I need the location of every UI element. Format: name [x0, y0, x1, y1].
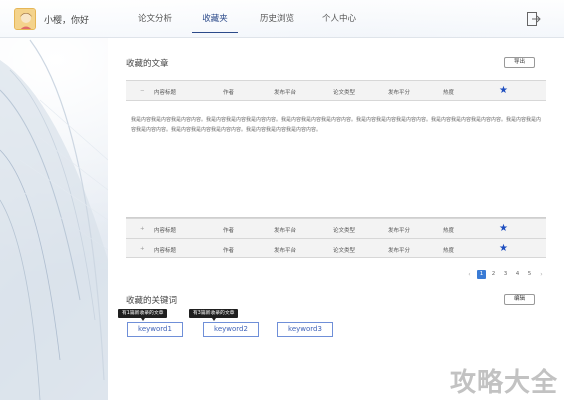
page-button-2[interactable]: 2 [489, 270, 498, 279]
next-page-button[interactable]: › [537, 270, 546, 279]
cell-heat: 热度 [443, 228, 455, 234]
table-row-expanded[interactable]: − 内容标题 作者 发布平台 论文类型 发布平分 热度 ★ [126, 80, 546, 100]
keyword-tag-3[interactable]: keyword3 [277, 322, 333, 337]
export-button[interactable]: 导出 [504, 57, 535, 68]
star-icon[interactable]: ★ [499, 223, 508, 234]
expanded-content-text: 我是内容我是内容我是内容内容。我是内容我是内容我是内容内容。我是内容我是内容我是… [131, 117, 542, 133]
cell-score: 发布平分 [388, 228, 411, 234]
cell-title: 内容标题 [154, 90, 177, 96]
cell-author: 作者 [223, 248, 235, 254]
cell-score: 发布平分 [388, 248, 411, 254]
table-row[interactable]: + 内容标题 作者 发布平台 论文类型 发布平分 热度 ★ [126, 218, 546, 238]
cell-type: 论文类型 [333, 228, 356, 234]
cell-platform: 发布平台 [274, 248, 297, 254]
watermark: 攻略大全 [450, 368, 559, 398]
cell-score: 发布平分 [388, 90, 411, 96]
nav-tab-profile[interactable]: 个人中心 [308, 0, 370, 38]
articles-section-title: 收藏的文章 [126, 59, 169, 69]
page-button-5[interactable]: 5 [525, 270, 534, 279]
cell-title: 内容标题 [154, 228, 177, 234]
star-icon[interactable]: ★ [499, 85, 508, 96]
cell-type: 论文类型 [333, 90, 356, 96]
cell-title: 内容标题 [154, 248, 177, 254]
cell-heat: 热度 [443, 90, 455, 96]
top-header: 小樱，你好 论文分析 收藏夹 历史浏览 个人中心 [0, 0, 564, 38]
keyword-tag-2[interactable]: keyword2 [203, 322, 259, 337]
nav-tab-history[interactable]: 历史浏览 [246, 0, 308, 38]
user-avatar[interactable] [14, 8, 36, 30]
cell-author: 作者 [223, 228, 235, 234]
avatar-image [15, 9, 35, 29]
nav-tab-paper-analysis[interactable]: 论文分析 [126, 0, 184, 38]
star-icon[interactable]: ★ [499, 243, 508, 254]
cell-platform: 发布平台 [274, 90, 297, 96]
pagination: ‹ 1 2 3 4 5 › [465, 269, 546, 279]
expand-toggle[interactable]: + [140, 226, 145, 232]
page-button-3[interactable]: 3 [501, 270, 510, 279]
keyword-tooltip: 有3篇新收录的文章 [189, 309, 239, 321]
main-nav: 论文分析 收藏夹 历史浏览 个人中心 [126, 0, 370, 38]
cell-platform: 发布平台 [274, 228, 297, 234]
logout-icon[interactable] [526, 11, 542, 27]
expanded-content: 我是内容我是内容我是内容内容。我是内容我是内容我是内容内容。我是内容我是内容我是… [126, 100, 546, 218]
nav-tab-favorites[interactable]: 收藏夹 [184, 0, 246, 38]
user-greeting: 小樱，你好 [44, 16, 90, 26]
page-button-1[interactable]: 1 [477, 269, 486, 279]
keywords-section-title: 收藏的关键词 [126, 296, 178, 306]
main-panel: 收藏的文章 导出 − 内容标题 作者 发布平台 论文类型 发布平分 热度 ★ 我… [108, 38, 564, 400]
cell-type: 论文类型 [333, 248, 356, 254]
collapse-toggle[interactable]: − [140, 88, 145, 94]
cell-author: 作者 [223, 90, 235, 96]
table-row[interactable]: + 内容标题 作者 发布平台 论文类型 发布平分 热度 ★ [126, 238, 546, 258]
prev-page-button[interactable]: ‹ [465, 270, 474, 279]
expand-toggle[interactable]: + [140, 246, 145, 252]
edit-keywords-button[interactable]: 编辑 [504, 294, 535, 305]
page-button-4[interactable]: 4 [513, 270, 522, 279]
cell-heat: 热度 [443, 248, 455, 254]
keyword-tag-1[interactable]: keyword1 [127, 322, 183, 337]
keyword-tooltip: 有1篇新收录的文章 [118, 309, 168, 321]
